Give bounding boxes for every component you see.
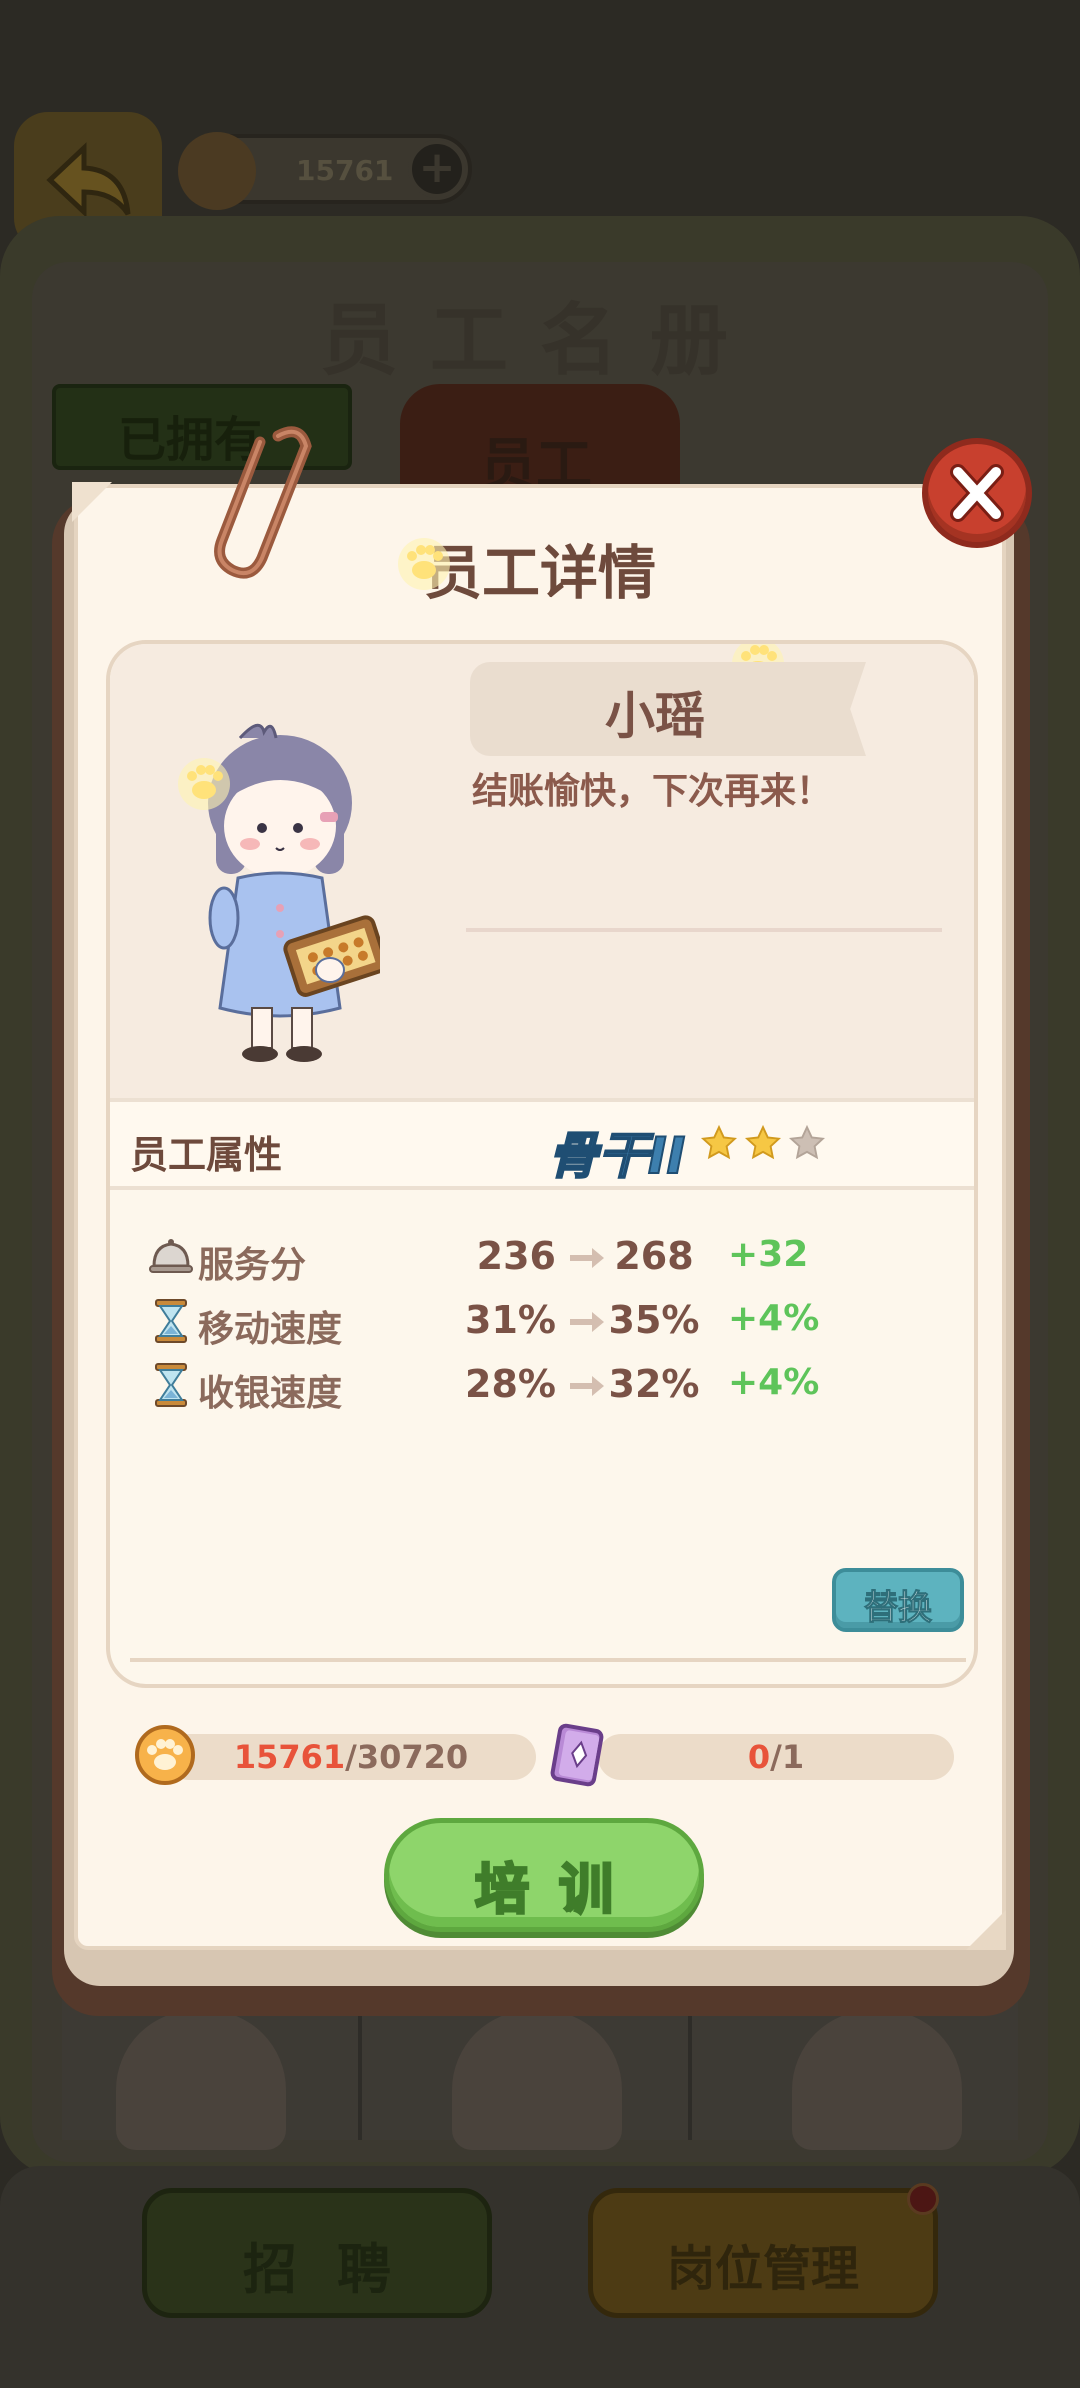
coin-need: /30720 (345, 1738, 469, 1776)
name-banner: 小瑶 (470, 662, 866, 756)
paperclip-icon (214, 426, 312, 579)
close-button[interactable] (922, 438, 1032, 548)
stat-row-move-speed: 移动速度 31% 35% +4% (146, 1294, 946, 1350)
staff-portrait (116, 2010, 286, 2150)
book-need: /1 (770, 1738, 805, 1776)
stat-next: 32% (608, 1362, 700, 1406)
stat-name: 移动速度 (198, 1309, 343, 1350)
paw-sparkle-icon (398, 538, 450, 590)
employee-name: 小瑶 (605, 687, 705, 745)
swap-label: 替换 (864, 1588, 933, 1629)
roster-title: 员工名册 (319, 296, 760, 386)
stat-delta: +4% (728, 1298, 820, 1339)
attribute-label: 员工属性 (130, 1133, 283, 1177)
attribute-header: 员工属性 骨干II (110, 1098, 974, 1190)
recruit-button[interactable]: 招聘 (142, 2188, 492, 2318)
close-icon (950, 464, 1004, 522)
star-filled-icon (700, 1124, 738, 1160)
employee-detail-modal: 员工详情 小瑶 结账愉快，下次再来！ 员工属性 骨干II 服务分 236 268… (72, 482, 1006, 1950)
paw-sparkle-icon (178, 758, 230, 810)
stat-current: 28% (465, 1362, 556, 1406)
post-management-button[interactable]: 岗位管理 (588, 2183, 939, 2318)
coin-counter: 15761 + (178, 132, 472, 210)
staff-portrait (792, 2010, 962, 2150)
employee-card: 小瑶 结账愉快，下次再来！ 员工属性 骨干II 服务分 236 268 +32 (106, 640, 978, 1688)
stat-current: 31% (465, 1298, 556, 1342)
star-rating (700, 1124, 826, 1162)
divider (466, 928, 942, 932)
stat-current: 236 (476, 1234, 556, 1278)
book-have: 0 (747, 1738, 771, 1776)
notification-dot (907, 2183, 939, 2215)
stat-name: 服务分 (198, 1245, 307, 1286)
recruit-label: 招聘 (243, 2238, 431, 2301)
train-label: 培训 (474, 1857, 643, 1923)
page-corner-fold (966, 1910, 1006, 1950)
star-empty-icon (788, 1124, 826, 1160)
stat-delta: +4% (728, 1362, 820, 1403)
coin-cost-bar: 15761/30720 (166, 1734, 536, 1780)
divider (130, 1658, 966, 1662)
tab-staff[interactable]: 员工 (400, 384, 680, 498)
swap-button[interactable]: 替换 (832, 1568, 964, 1632)
page-corner-fold (72, 482, 112, 522)
back-arrow-icon (46, 142, 131, 218)
post-management-label: 岗位管理 (666, 2241, 859, 2297)
add-coins-button[interactable]: + (408, 140, 466, 198)
hourglass-icon (155, 1299, 187, 1343)
stat-row-checkout-speed: 收银速度 28% 32% +4% (146, 1358, 946, 1414)
stat-name: 收银速度 (198, 1373, 343, 1414)
train-button[interactable]: 培训 (384, 1818, 704, 1932)
coin-value: 15761 (296, 154, 394, 187)
stat-delta: +32 (728, 1234, 809, 1275)
stat-next: 268 (614, 1234, 694, 1278)
stat-row-service: 服务分 236 268 +32 (146, 1230, 946, 1286)
stat-next: 35% (608, 1298, 700, 1342)
paw-coin-icon (178, 132, 256, 210)
service-bell-icon (149, 1239, 193, 1273)
paw-coin-icon (135, 1725, 195, 1785)
coin-have: 15761 (233, 1738, 346, 1776)
rank-badge: 骨干II (547, 1126, 686, 1186)
coin-cost-text: 15761/30720 (166, 1738, 536, 1776)
book-cost-text: 0/1 (598, 1738, 954, 1776)
employee-motto: 结账愉快，下次再来！ (472, 771, 833, 812)
star-filled-icon (744, 1124, 782, 1160)
book-cost-bar: 0/1 (598, 1734, 954, 1780)
hourglass-icon (155, 1363, 187, 1407)
staff-portrait (452, 2010, 622, 2150)
training-book-icon (550, 1723, 604, 1787)
